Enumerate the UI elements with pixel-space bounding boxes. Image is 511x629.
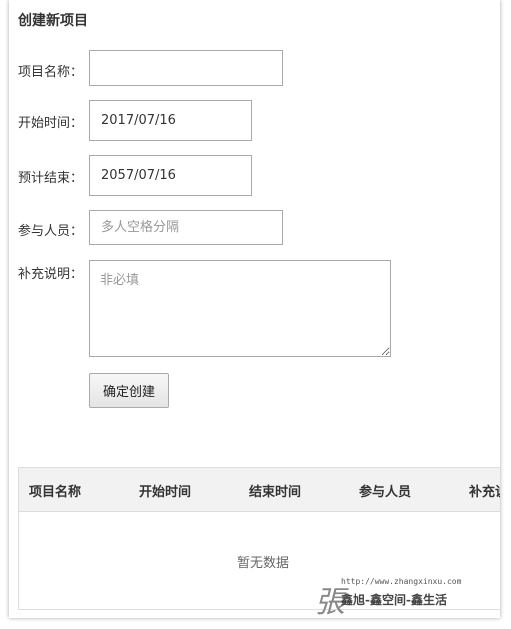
create-project-panel: 创建新项目 项目名称： 开始时间： 预计结束： 参与人员： 补充说明： 确定创建… [9, 0, 500, 618]
description-textarea[interactable] [89, 260, 391, 357]
project-name-label: 项目名称： [18, 65, 84, 80]
column-header-name: 项目名称 [29, 485, 82, 500]
panel-title: 创建新项目 [18, 13, 88, 29]
watermark-url: http://www.zhangxinxu.com [341, 577, 462, 586]
members-input[interactable] [89, 210, 283, 245]
start-time-input[interactable] [89, 100, 252, 141]
end-time-label: 预计结束： [18, 171, 84, 186]
column-header-end: 结束时间 [249, 485, 302, 500]
site-watermark: 張 http://www.zhangxinxu.com 鑫旭-鑫空间-鑫生活 [315, 577, 495, 620]
column-header-description: 补充说明 [469, 485, 500, 500]
column-header-members: 参与人员 [359, 485, 412, 500]
watermark-slogan: 鑫旭-鑫空间-鑫生活 [341, 593, 447, 607]
table-header: 项目名称 开始时间 结束时间 参与人员 补充说明 [19, 468, 500, 512]
create-button[interactable]: 确定创建 [89, 373, 169, 408]
members-label: 参与人员： [18, 224, 84, 239]
start-time-label: 开始时间： [18, 116, 84, 131]
empty-state-text: 暂无数据 [236, 556, 289, 571]
description-label: 补充说明： [18, 267, 84, 282]
project-name-input[interactable] [89, 50, 283, 86]
column-header-start: 开始时间 [139, 485, 192, 500]
end-time-input[interactable] [89, 155, 252, 196]
